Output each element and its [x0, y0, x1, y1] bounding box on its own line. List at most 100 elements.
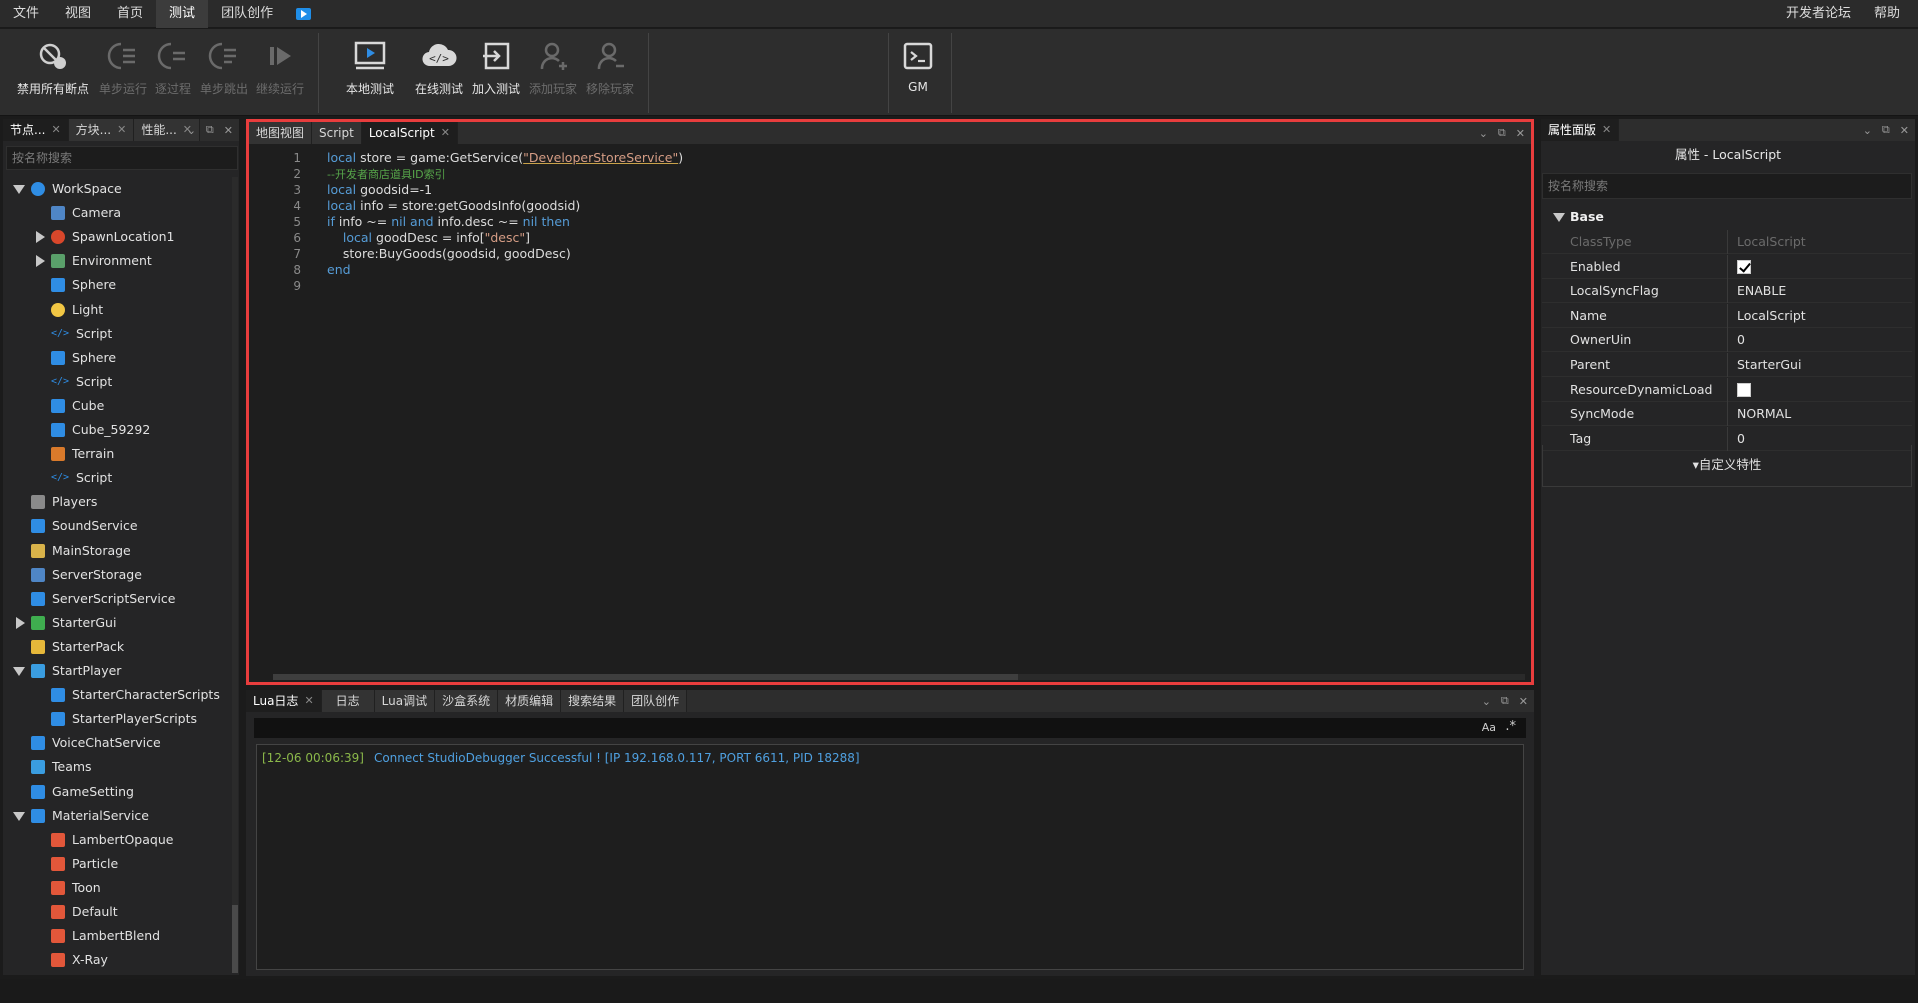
tree-item[interactable]: Sphere	[33, 273, 116, 297]
match-case-toggle[interactable]: Aa	[1482, 721, 1496, 734]
scrollbar-thumb[interactable]	[232, 905, 238, 973]
property-value[interactable]: StarterGui	[1737, 353, 1801, 377]
tree-item[interactable]: MainStorage	[13, 539, 131, 563]
tab-sandbox[interactable]: 沙盒系统	[435, 690, 499, 712]
code-area[interactable]: 1 local store = game:GetService("Develope…	[273, 148, 1525, 672]
close-icon[interactable]: ✕	[304, 690, 313, 712]
menu-test[interactable]: 测试	[156, 0, 209, 28]
code-line[interactable]: if info ~= nil and info.desc ~= nil then	[327, 214, 570, 230]
remove-player-button[interactable]: 移除玩家	[573, 37, 647, 107]
code-line[interactable]: local store = game:GetService("Developer…	[327, 150, 683, 166]
tree-item[interactable]: ServerStorage	[13, 563, 142, 587]
tree-item[interactable]: X-Ray	[33, 948, 108, 972]
tree-item[interactable]: StarterCharacterScripts	[33, 683, 220, 707]
section-base[interactable]: Base	[1542, 206, 1912, 228]
tree-item[interactable]: SoundService	[13, 514, 138, 538]
chevron-down-icon[interactable]: ⌄	[1482, 695, 1491, 708]
tree-item[interactable]: Light	[33, 298, 103, 322]
tab-material-editor[interactable]: 材质编辑	[498, 690, 562, 712]
expanded-arrow-icon[interactable]	[13, 804, 25, 828]
tree-item[interactable]: LambertBlend	[33, 924, 160, 948]
float-icon[interactable]: ⧉	[206, 123, 214, 137]
tree-item[interactable]: </> Script	[33, 466, 112, 490]
chevron-down-icon[interactable]: ⌄	[1863, 124, 1872, 137]
menu-file[interactable]: 文件	[0, 0, 52, 28]
gm-button[interactable]: GM	[881, 37, 955, 107]
collapsed-arrow-icon[interactable]	[13, 611, 25, 635]
tree-item[interactable]: Cube	[33, 394, 104, 418]
close-icon[interactable]: ✕	[1900, 124, 1909, 137]
tree-item[interactable]: GameSetting	[13, 780, 134, 804]
tree-item[interactable]: LambertOpaque	[33, 828, 173, 852]
explorer-scrollbar[interactable]	[232, 177, 238, 973]
close-icon[interactable]: ✕	[224, 124, 233, 137]
collapsed-arrow-icon[interactable]	[33, 225, 45, 249]
tree-item[interactable]: WorkSpace	[13, 177, 122, 201]
close-icon[interactable]: ✕	[1516, 127, 1525, 140]
tree-item[interactable]: Cube_59292	[33, 418, 150, 442]
play-icon[interactable]	[290, 0, 316, 28]
expanded-arrow-icon[interactable]	[13, 659, 25, 683]
close-icon[interactable]: ✕	[441, 122, 450, 144]
float-icon[interactable]: ⧉	[1882, 123, 1890, 137]
tree-item[interactable]: StartPlayer	[13, 659, 121, 683]
tree-item[interactable]: Environment	[33, 249, 152, 273]
editor-horizontal-scrollbar[interactable]	[273, 674, 1525, 680]
tree-item[interactable]: Terrain	[33, 442, 114, 466]
tree-item[interactable]: Default	[33, 900, 118, 924]
log-filter-input[interactable]: Aa .*	[254, 718, 1526, 738]
collapsed-arrow-icon[interactable]	[33, 249, 45, 273]
tab-localscript[interactable]: LocalScript ✕	[361, 122, 458, 144]
tree-item[interactable]: ServerScriptService	[13, 587, 175, 611]
tree-item[interactable]: StarterGui	[13, 611, 116, 635]
local-test-button[interactable]: 本地测试	[333, 37, 407, 107]
property-checkbox[interactable]	[1737, 259, 1751, 274]
explorer-search-input[interactable]: 按名称搜索	[6, 146, 238, 170]
continue-run-button[interactable]: 继续运行	[243, 37, 317, 107]
tree-item[interactable]: Sphere	[33, 346, 116, 370]
close-icon[interactable]: ✕	[117, 119, 126, 141]
expanded-arrow-icon[interactable]	[13, 177, 25, 201]
property-checkbox[interactable]	[1737, 382, 1751, 397]
properties-search-input[interactable]: 按名称搜索	[1542, 173, 1912, 199]
property-value[interactable]: NORMAL	[1737, 402, 1791, 426]
tab-properties[interactable]: 属性面版 ✕	[1541, 119, 1620, 141]
tree-item[interactable]: Players	[13, 490, 97, 514]
float-icon[interactable]: ⧉	[1501, 694, 1509, 708]
menu-dev-forum[interactable]: 开发者论坛	[1786, 0, 1851, 28]
tab-blocks[interactable]: 方块... ✕	[68, 119, 135, 141]
scrollbar-thumb[interactable]	[273, 674, 1018, 680]
menu-view[interactable]: 视图	[52, 0, 104, 28]
tab-lua-log[interactable]: Lua日志 ✕	[246, 690, 322, 712]
code-line[interactable]: local goodsid=-1	[327, 182, 432, 198]
tree-item[interactable]: MaterialService	[13, 804, 149, 828]
code-line[interactable]: local info = store:getGoodsInfo(goodsid)	[327, 198, 580, 214]
regex-toggle[interactable]: .*	[1505, 719, 1516, 734]
tab-map-view[interactable]: 地图视图	[249, 122, 313, 144]
menu-help[interactable]: 帮助	[1874, 0, 1900, 28]
tree-item[interactable]: Particle	[33, 852, 118, 876]
tree-item[interactable]: </> Script	[33, 322, 112, 346]
menu-team[interactable]: 团队创作	[208, 0, 286, 28]
float-icon[interactable]: ⧉	[1498, 126, 1506, 140]
tab-lua-debug[interactable]: Lua调试	[374, 690, 436, 712]
tree-item[interactable]: Teams	[13, 755, 92, 779]
property-value[interactable]: 0	[1737, 328, 1745, 352]
property-value[interactable]: LocalScript	[1737, 304, 1806, 328]
property-value[interactable]: ENABLE	[1737, 279, 1786, 303]
tab-search-results[interactable]: 搜索结果	[561, 690, 625, 712]
close-icon[interactable]: ✕	[1519, 695, 1528, 708]
code-line[interactable]: store:BuyGoods(goodsid, goodDesc)	[327, 246, 571, 262]
tree-item[interactable]: StarterPlayerScripts	[33, 707, 197, 731]
tree-item[interactable]: Camera	[33, 201, 121, 225]
chevron-down-icon[interactable]: ⌄	[187, 124, 196, 137]
close-icon[interactable]: ✕	[51, 119, 60, 141]
code-line[interactable]: --开发者商店道具ID索引	[327, 166, 446, 182]
code-line[interactable]: end	[327, 262, 351, 278]
menu-home[interactable]: 首页	[104, 0, 156, 28]
code-line[interactable]: local goodDesc = info["desc"]	[327, 230, 530, 246]
tab-log[interactable]: 日志	[321, 690, 375, 712]
tab-script[interactable]: Script	[312, 122, 362, 144]
tree-item[interactable]: VoiceChatService	[13, 731, 161, 755]
chevron-down-icon[interactable]: ⌄	[1479, 127, 1488, 140]
